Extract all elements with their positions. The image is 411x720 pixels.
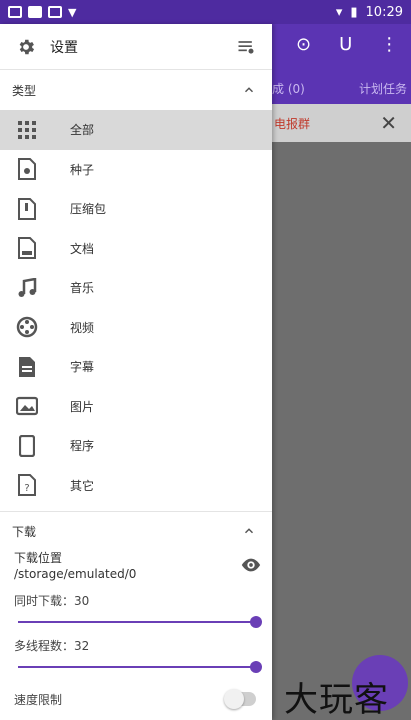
subtitle-file-icon — [16, 356, 38, 378]
concurrent-downloads-label: 同时下载：30 — [14, 594, 90, 608]
phone-app-icon — [16, 434, 38, 457]
category-label: 压缩包 — [70, 202, 107, 217]
category-section-title: 类型 — [12, 83, 37, 98]
category-label: 种子 — [70, 162, 95, 177]
concurrent-downloads-slider[interactable] — [18, 613, 262, 631]
category-label: 视频 — [70, 320, 95, 335]
category-item-program[interactable]: 程序 — [0, 426, 272, 466]
category-item-archive[interactable]: 压缩包 — [0, 189, 272, 229]
video-reel-icon — [16, 316, 38, 338]
wifi-icon: ▾ — [335, 4, 343, 20]
shield-icon: ▼ — [68, 5, 77, 19]
status-bar: ▼ ▾ ▮ 10:29 — [0, 0, 411, 24]
category-label: 全部 — [70, 123, 95, 138]
notification-icon — [48, 6, 62, 18]
slider-fill — [18, 621, 256, 623]
svg-text:?: ? — [24, 483, 29, 494]
category-label: 文档 — [70, 241, 95, 256]
category-item-subtitle[interactable]: 字幕 — [0, 347, 272, 387]
category-label: 图片 — [70, 399, 95, 414]
threads-label: 多线程数：32 — [14, 639, 90, 653]
category-label: 程序 — [70, 439, 95, 454]
chevron-up-icon[interactable] — [242, 83, 256, 97]
threads-slider[interactable] — [18, 658, 262, 676]
threads-setting: 多线程数：32 — [0, 631, 272, 676]
download-section-title: 下载 — [12, 524, 37, 539]
category-item-torrent[interactable]: 种子 — [0, 150, 272, 190]
image-icon — [16, 395, 38, 417]
watermark-logo: 大玩客 — [284, 680, 389, 720]
concurrent-downloads-setting: 同时下载：30 — [0, 586, 272, 631]
category-item-music[interactable]: 音乐 — [0, 268, 272, 308]
category-list: 全部 种子 压缩包 文档 音乐 视频 字幕 图片 程序 ? 其它 — [0, 110, 272, 505]
category-item-video[interactable]: 视频 — [0, 308, 272, 348]
notification-icon — [8, 6, 22, 18]
slider-fill — [18, 666, 256, 668]
overflow-menu-icon[interactable]: ⋮ — [380, 34, 398, 55]
filter-settings-icon[interactable] — [236, 37, 256, 57]
category-item-all[interactable]: 全部 — [0, 110, 272, 150]
category-section-header[interactable]: 类型 — [0, 70, 272, 110]
category-item-document[interactable]: 文档 — [0, 229, 272, 269]
music-note-icon — [16, 277, 38, 299]
grid-icon — [16, 119, 38, 141]
unknown-file-icon: ? — [16, 474, 38, 497]
close-icon[interactable]: ✕ — [380, 111, 397, 135]
category-label: 音乐 — [70, 281, 95, 296]
drawer-header: 设置 — [0, 24, 272, 70]
download-location-path: /storage/emulated/0 — [14, 567, 137, 581]
chevron-up-icon[interactable] — [242, 524, 256, 538]
navigation-drawer: 设置 类型 全部 种子 压缩包 文档 音乐 视频 字幕 图片 程序 ? 其它 下… — [0, 24, 272, 720]
download-location[interactable]: 下载位置 /storage/emulated/0 — [0, 550, 272, 586]
eye-icon[interactable] — [240, 554, 262, 576]
gear-icon[interactable] — [16, 37, 36, 57]
speed-limit-setting: 速度限制 — [0, 682, 272, 716]
drawer-scrim[interactable] — [272, 142, 411, 720]
app-toolbar: ⊙ U ⋮ 成 (0) 计划任务 — [272, 24, 411, 104]
torrent-file-icon — [16, 158, 38, 181]
browser-icon[interactable]: ⊙ — [296, 34, 311, 55]
magnet-icon[interactable]: U — [339, 34, 352, 55]
category-item-other[interactable]: ? 其它 — [0, 466, 272, 506]
toggle-knob[interactable] — [224, 689, 244, 709]
battery-icon: ▮ — [350, 4, 358, 20]
download-location-label: 下载位置 — [14, 551, 63, 565]
notification-icon — [28, 6, 42, 18]
status-time: 10:29 — [365, 4, 403, 20]
announcement-banner[interactable]: 电报群 ✕ — [272, 104, 411, 142]
banner-text[interactable]: 电报群 — [274, 115, 310, 132]
slider-thumb[interactable] — [250, 661, 262, 673]
archive-file-icon — [16, 197, 38, 220]
category-label: 字幕 — [70, 360, 95, 375]
download-section-header[interactable]: 下载 — [0, 512, 272, 550]
speed-limit-toggle[interactable] — [224, 689, 256, 709]
slider-thumb[interactable] — [250, 616, 262, 628]
tab-finished[interactable]: 成 (0) — [272, 80, 305, 97]
category-label: 其它 — [70, 478, 95, 493]
settings-title[interactable]: 设置 — [50, 37, 78, 57]
document-icon — [16, 237, 38, 260]
category-item-image[interactable]: 图片 — [0, 387, 272, 427]
tab-scheduled[interactable]: 计划任务 — [359, 80, 407, 97]
speed-limit-label: 速度限制 — [14, 692, 63, 707]
